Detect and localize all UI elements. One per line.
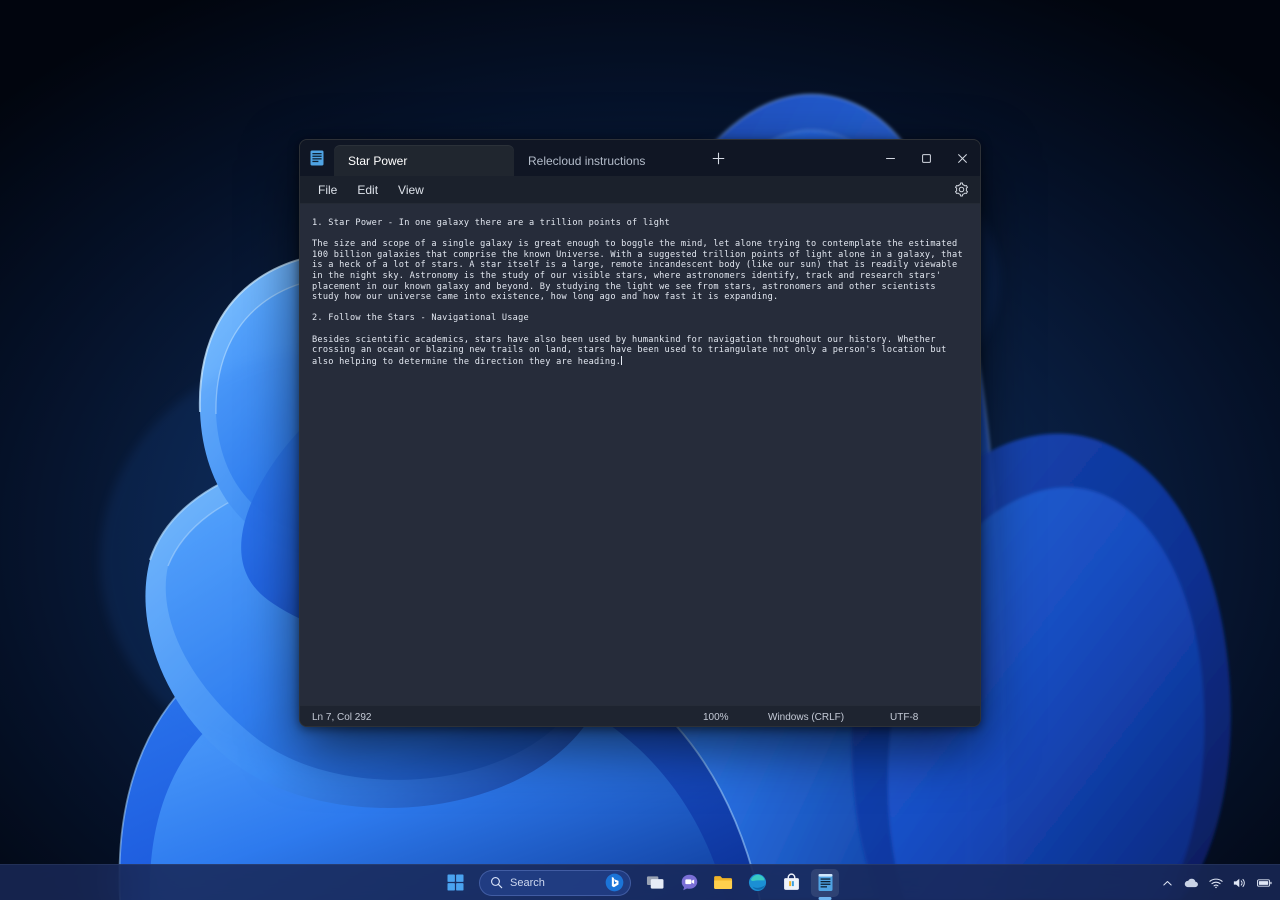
new-tab-button[interactable]: [703, 143, 733, 173]
settings-button[interactable]: [950, 179, 972, 201]
window-controls[interactable]: [872, 140, 980, 176]
show-hidden-icons-button[interactable]: [1157, 869, 1177, 897]
taskbar-item-store[interactable]: [777, 869, 805, 897]
editor-content[interactable]: 1. Star Power - In one galaxy there are …: [312, 218, 968, 367]
volume-button[interactable]: [1229, 869, 1251, 897]
battery-icon: [1257, 879, 1272, 887]
maximize-icon: [921, 153, 931, 163]
menu-label: Edit: [357, 182, 379, 197]
notepad-document-icon: [818, 874, 832, 891]
chevron-up-icon: [1162, 880, 1172, 885]
taskbar-center-group[interactable]: Search: [441, 868, 839, 897]
text-caret: [621, 355, 623, 365]
windows-start-icon: [447, 874, 463, 891]
system-tray[interactable]: [1157, 865, 1276, 900]
onedrive-button[interactable]: [1179, 869, 1203, 897]
taskbar-item-chat[interactable]: [675, 869, 703, 897]
status-bar: Ln 7, Col 292 100% Windows (CRLF) UTF-8: [300, 705, 980, 726]
gear-icon: [954, 182, 968, 197]
cloud-icon: [1184, 878, 1198, 888]
wifi-icon: [1209, 878, 1223, 889]
desktop[interactable]: Star Power Relecloud instructions File E…: [0, 0, 1280, 900]
start-button[interactable]: [441, 869, 469, 897]
network-button[interactable]: [1205, 869, 1227, 897]
menu-label: File: [318, 182, 338, 197]
window-titlebar[interactable]: Star Power Relecloud instructions: [300, 140, 980, 176]
tab-star-power[interactable]: Star Power: [334, 145, 514, 176]
taskbar-item-notepad[interactable]: [811, 868, 839, 897]
tab-label: Star Power: [348, 153, 408, 168]
menu-item-edit[interactable]: Edit: [347, 180, 388, 200]
menu-item-file[interactable]: File: [308, 180, 347, 200]
status-encoding[interactable]: UTF-8: [890, 712, 918, 723]
status-line-ending[interactable]: Windows (CRLF): [768, 712, 844, 723]
tab-label: Relecloud instructions: [528, 153, 646, 168]
task-view-icon: [646, 876, 663, 889]
search-placeholder: Search: [510, 876, 545, 889]
notepad-app-icon: [300, 140, 334, 176]
store-bag-icon: [783, 873, 799, 890]
battery-button[interactable]: [1253, 869, 1276, 897]
menu-label: View: [398, 182, 424, 197]
speaker-icon: [1233, 878, 1245, 888]
taskbar[interactable]: Search: [0, 864, 1280, 900]
status-zoom-level[interactable]: 100%: [703, 712, 729, 723]
menu-bar[interactable]: File Edit View: [300, 176, 980, 204]
text-editor[interactable]: 1. Star Power - In one galaxy there are …: [300, 204, 980, 705]
minimize-icon: [885, 157, 895, 159]
maximize-button[interactable]: [908, 142, 944, 174]
folder-icon: [714, 876, 733, 889]
close-button[interactable]: [944, 142, 980, 174]
close-icon: [957, 153, 967, 163]
search-box[interactable]: Search: [479, 869, 631, 896]
chat-video-icon: [681, 874, 697, 891]
plus-icon: [712, 152, 724, 164]
notepad-window[interactable]: Star Power Relecloud instructions File E…: [299, 139, 981, 727]
taskbar-item-task-view[interactable]: [641, 869, 669, 897]
taskbar-item-edge[interactable]: [743, 869, 771, 897]
minimize-button[interactable]: [872, 142, 908, 174]
status-cursor-position: Ln 7, Col 292: [312, 711, 372, 723]
search-icon: [491, 877, 503, 889]
taskbar-item-file-explorer[interactable]: [709, 869, 737, 897]
tab-relecloud-instructions[interactable]: Relecloud instructions: [514, 145, 699, 176]
edge-icon: [748, 873, 766, 892]
tab-strip[interactable]: Star Power Relecloud instructions: [334, 140, 872, 176]
copilot-bing-icon: [605, 873, 624, 892]
menu-item-view[interactable]: View: [388, 180, 434, 200]
